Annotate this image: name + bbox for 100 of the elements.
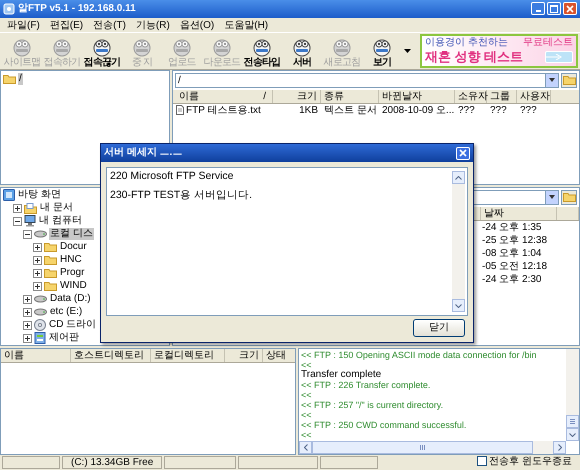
scroll-left-button[interactable] <box>299 441 312 454</box>
plus-box-icon[interactable] <box>23 320 32 330</box>
scrollbar-thumb[interactable] <box>312 441 533 454</box>
tree-item[interactable]: CD 드라이 <box>48 319 98 332</box>
caret-icon <box>404 49 411 54</box>
column-header[interactable]: 로컬디렉토리 <box>151 348 225 362</box>
tree-item[interactable]: 바탕 화면 <box>17 189 62 202</box>
chevron-left-icon <box>304 444 308 451</box>
plus-box-icon[interactable] <box>33 242 42 252</box>
message-line: 220 Microsoft FTP Service <box>110 170 234 183</box>
table-cell-text: 1KB <box>298 104 319 117</box>
drive-icon <box>34 230 47 238</box>
menu-item[interactable]: 파일(F) <box>2 18 45 32</box>
column-header[interactable]: 이름 / <box>173 90 273 103</box>
chevron-down-icon <box>569 432 576 436</box>
close-button[interactable] <box>456 146 470 160</box>
toolbar-button[interactable]: 전송타입 <box>242 34 282 68</box>
tree-item[interactable]: 내 컴퓨터 <box>38 215 83 228</box>
scroll-up-button[interactable] <box>452 171 465 184</box>
table-cell-text: ??? <box>489 104 508 117</box>
file-name[interactable]: FTP 테스트용.txt <box>186 104 261 117</box>
toolbar-button[interactable]: 접속끊기 <box>82 34 122 68</box>
banner-promo-label: 무료테스트 <box>523 37 573 50</box>
checkbox-label[interactable]: 전송후 윈도우종료 <box>380 456 578 469</box>
menu-item[interactable]: 도움말(H) <box>219 18 274 32</box>
maximize-button[interactable] <box>547 2 561 16</box>
column-header[interactable]: 이름 <box>1 348 71 362</box>
menu-item[interactable]: 편집(E) <box>44 18 88 32</box>
maximize-icon <box>550 4 558 13</box>
tree-item[interactable]: HNC <box>59 254 83 266</box>
log-line: Transfer complete <box>301 370 382 380</box>
minimize-button[interactable] <box>531 2 545 16</box>
minus-box-icon[interactable] <box>13 216 22 226</box>
dropdown-button[interactable] <box>545 190 559 205</box>
column-header[interactable]: 바뀐날자 <box>379 90 455 103</box>
vertical-scrollbar[interactable] <box>566 348 579 441</box>
path-field[interactable]: / <box>175 72 545 88</box>
tree-item[interactable]: WIND <box>59 280 88 292</box>
tree-item[interactable]: 내 문서 <box>39 202 74 214</box>
status-bar-pane <box>320 456 378 469</box>
scroll-right-button[interactable] <box>553 441 566 454</box>
column-header[interactable]: 크기 <box>273 90 321 103</box>
tree-item[interactable]: / <box>18 73 23 86</box>
log-line: << <box>301 390 313 400</box>
sort-mark: / <box>262 90 267 103</box>
column-header[interactable]: 호스트디렉토리 <box>71 348 151 362</box>
grip-icon <box>420 445 425 450</box>
toolbar-button[interactable]: 서버 <box>282 34 322 68</box>
more-button[interactable] <box>402 49 414 54</box>
plus-box-icon[interactable] <box>23 308 32 317</box>
column-header[interactable]: 그룹 <box>487 90 517 103</box>
plus-box-icon[interactable] <box>33 268 42 278</box>
tree-item[interactable]: 로컬 디스 <box>49 228 94 240</box>
banner-headline: 재혼 성향 테스트 <box>425 49 524 64</box>
column-header[interactable]: 상태 <box>263 348 295 362</box>
log-line: << <box>301 430 313 440</box>
app-icon <box>3 2 15 15</box>
column-header[interactable]: 크기 <box>225 348 263 362</box>
menu-item[interactable]: 옵션(O) <box>174 18 220 32</box>
toolbar-button[interactable]: 보기 <box>362 34 402 68</box>
vertical-scrollbar[interactable] <box>452 171 465 312</box>
scroll-down-button[interactable] <box>452 299 465 312</box>
message-line: 230-FTP TEST용 서버입니다. <box>110 188 252 202</box>
menu-item[interactable]: 전송(T) <box>88 18 131 32</box>
caret-icon <box>549 195 555 200</box>
tree-item[interactable]: 제어판 <box>48 332 80 344</box>
plus-box-icon[interactable] <box>23 334 32 343</box>
column-header[interactable]: 날짜 <box>481 206 557 220</box>
grip-icon <box>570 419 575 424</box>
disc-icon <box>34 319 46 332</box>
folder-icon <box>24 202 37 214</box>
menu-item[interactable]: 기능(R) <box>130 18 175 32</box>
plus-box-icon[interactable] <box>33 256 42 265</box>
scroll-down-button[interactable] <box>566 428 579 441</box>
status-bar-pane <box>2 456 60 469</box>
scrollbar-thumb[interactable] <box>566 415 579 428</box>
table-cell-text: 2008-10-09 오... <box>381 104 455 117</box>
ad-banner[interactable]: 이용경이 추천하는 무료테스트 재혼 성향 테스트 <box>420 34 578 68</box>
log-line: << FTP : 257 "/" is current directory. <box>301 400 444 410</box>
close-dialog-button[interactable]: 닫기 <box>413 319 465 337</box>
plus-box-icon[interactable] <box>23 294 32 304</box>
column-header[interactable]: 종류 <box>321 90 379 103</box>
tree-item[interactable]: etc (E:) <box>49 306 84 318</box>
dropdown-button[interactable] <box>545 72 559 88</box>
tree-item[interactable]: Progr <box>59 267 86 280</box>
plus-box-icon[interactable] <box>33 282 42 291</box>
drive-icon <box>34 308 47 316</box>
column-header[interactable]: 사용자 <box>517 90 551 103</box>
checkbox[interactable] <box>477 456 488 466</box>
plus-box-icon[interactable] <box>13 204 22 213</box>
tree-item[interactable]: Data (D:) <box>49 293 92 306</box>
tree-item[interactable]: Docur <box>59 241 88 254</box>
chevron-up-icon <box>455 176 462 180</box>
column-header[interactable]: 소유자 <box>455 90 487 103</box>
close-button[interactable] <box>563 2 577 16</box>
minus-box-icon[interactable] <box>23 230 32 239</box>
disk-free-text: (C:) 13.34GB Free <box>62 456 162 469</box>
caret-icon <box>549 78 555 82</box>
horizontal-scrollbar[interactable] <box>299 441 566 454</box>
table-cell-text: 텍스트 문서 <box>323 104 378 117</box>
